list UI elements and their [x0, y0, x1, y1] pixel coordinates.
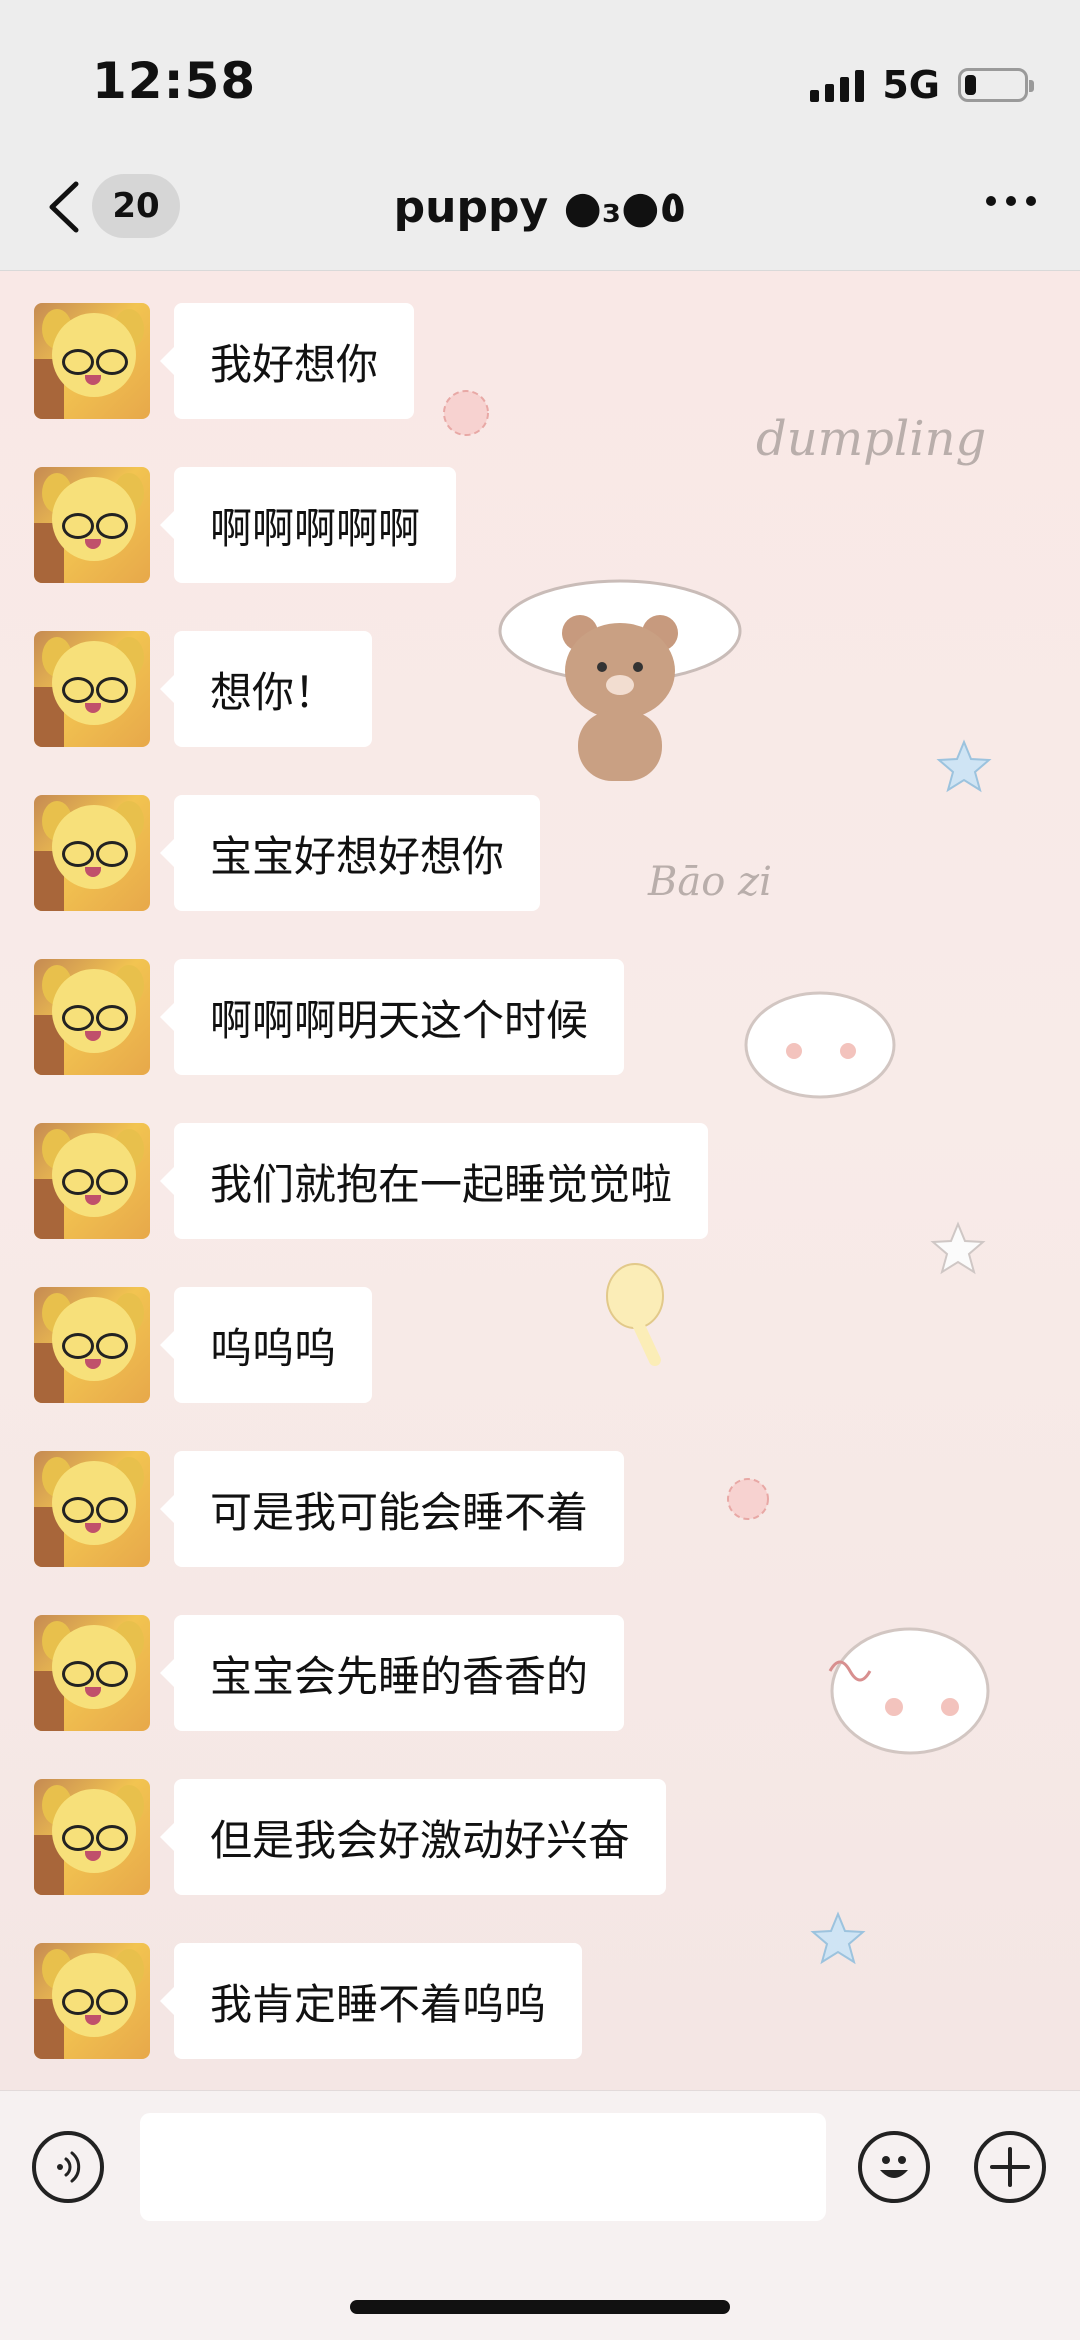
- message-bubble[interactable]: 宝宝会先睡的香香的: [159, 1615, 625, 1731]
- emoji-button[interactable]: [858, 2131, 930, 2203]
- bg-text-dumpling: dumpling: [756, 411, 987, 467]
- chat-area[interactable]: dumpling Bāo zi 我好想你 啊啊啊啊啊 想你！ 宝宝好想好想你 啊…: [0, 271, 1080, 2090]
- avatar[interactable]: [34, 1615, 150, 1731]
- top-bar: 12:58 5G 20 puppy ●₃●٥: [0, 0, 1080, 271]
- avatar[interactable]: [34, 303, 150, 419]
- avatar[interactable]: [34, 467, 150, 583]
- avatar[interactable]: [34, 1451, 150, 1567]
- message-row: 我好想你: [34, 303, 415, 419]
- message-row: 呜呜呜: [34, 1287, 373, 1403]
- emoji-icon: [880, 2156, 908, 2178]
- message-bubble[interactable]: 啊啊啊啊啊: [159, 467, 457, 583]
- avatar[interactable]: [34, 959, 150, 1075]
- message-bubble[interactable]: 想你！: [159, 631, 373, 747]
- signal-icon: [810, 68, 865, 102]
- chat-title: puppy ●₃●٥: [393, 182, 687, 233]
- message-row: 我肯定睡不着呜呜: [34, 1943, 583, 2059]
- network-type: 5G: [882, 63, 940, 107]
- voice-button[interactable]: [32, 2131, 104, 2203]
- message-row: 宝宝好想好想你: [34, 795, 541, 911]
- message-row: 可是我可能会睡不着: [34, 1451, 625, 1567]
- status-time: 12:58: [92, 52, 257, 110]
- avatar[interactable]: [34, 1943, 150, 2059]
- bun-icon: [744, 991, 896, 1099]
- message-bubble[interactable]: 我肯定睡不着呜呜: [159, 1943, 583, 2059]
- message-bubble[interactable]: 宝宝好想好想你: [159, 795, 541, 911]
- plus-icon: [990, 2147, 1030, 2187]
- message-row: 我们就抱在一起睡觉觉啦: [34, 1123, 709, 1239]
- message-input[interactable]: [140, 2113, 826, 2221]
- status-icons: 5G: [810, 60, 1034, 110]
- message-row: 宝宝会先睡的香香的: [34, 1615, 625, 1731]
- avatar[interactable]: [34, 795, 150, 911]
- bg-text-baozi: Bāo zi: [648, 859, 772, 905]
- message-row: 啊啊啊啊啊: [34, 467, 457, 583]
- message-bubble[interactable]: 我们就抱在一起睡觉觉啦: [159, 1123, 709, 1239]
- message-row: 但是我会好激动好兴奋: [34, 1779, 667, 1895]
- message-bubble[interactable]: 呜呜呜: [159, 1287, 373, 1403]
- avatar[interactable]: [34, 1123, 150, 1239]
- bun-ribbon-icon: [828, 1627, 990, 1755]
- bear-dumpling-icon: [498, 579, 742, 781]
- message-row: 啊啊啊明天这个时候: [34, 959, 625, 1075]
- message-bubble[interactable]: 我好想你: [159, 303, 415, 419]
- message-bubble[interactable]: 可是我可能会睡不着: [159, 1451, 625, 1567]
- star-icon: [810, 1911, 866, 1965]
- star-icon: [936, 739, 992, 793]
- flower-icon: [727, 1478, 769, 1520]
- message-bubble[interactable]: 但是我会好激动好兴奋: [159, 1779, 667, 1895]
- avatar[interactable]: [34, 1287, 150, 1403]
- plus-button[interactable]: [974, 2131, 1046, 2203]
- message-row: 想你！: [34, 631, 373, 747]
- flower-icon: [443, 390, 489, 436]
- message-bubble[interactable]: 啊啊啊明天这个时候: [159, 959, 625, 1075]
- home-indicator[interactable]: [350, 2300, 730, 2314]
- battery-icon: [958, 68, 1034, 102]
- spoon-icon: [606, 1263, 664, 1367]
- more-button[interactable]: [986, 196, 1036, 206]
- avatar[interactable]: [34, 631, 150, 747]
- voice-icon: [57, 2151, 81, 2183]
- more-dots-icon: [986, 196, 996, 206]
- avatar[interactable]: [34, 1779, 150, 1895]
- star-icon: [930, 1221, 986, 1275]
